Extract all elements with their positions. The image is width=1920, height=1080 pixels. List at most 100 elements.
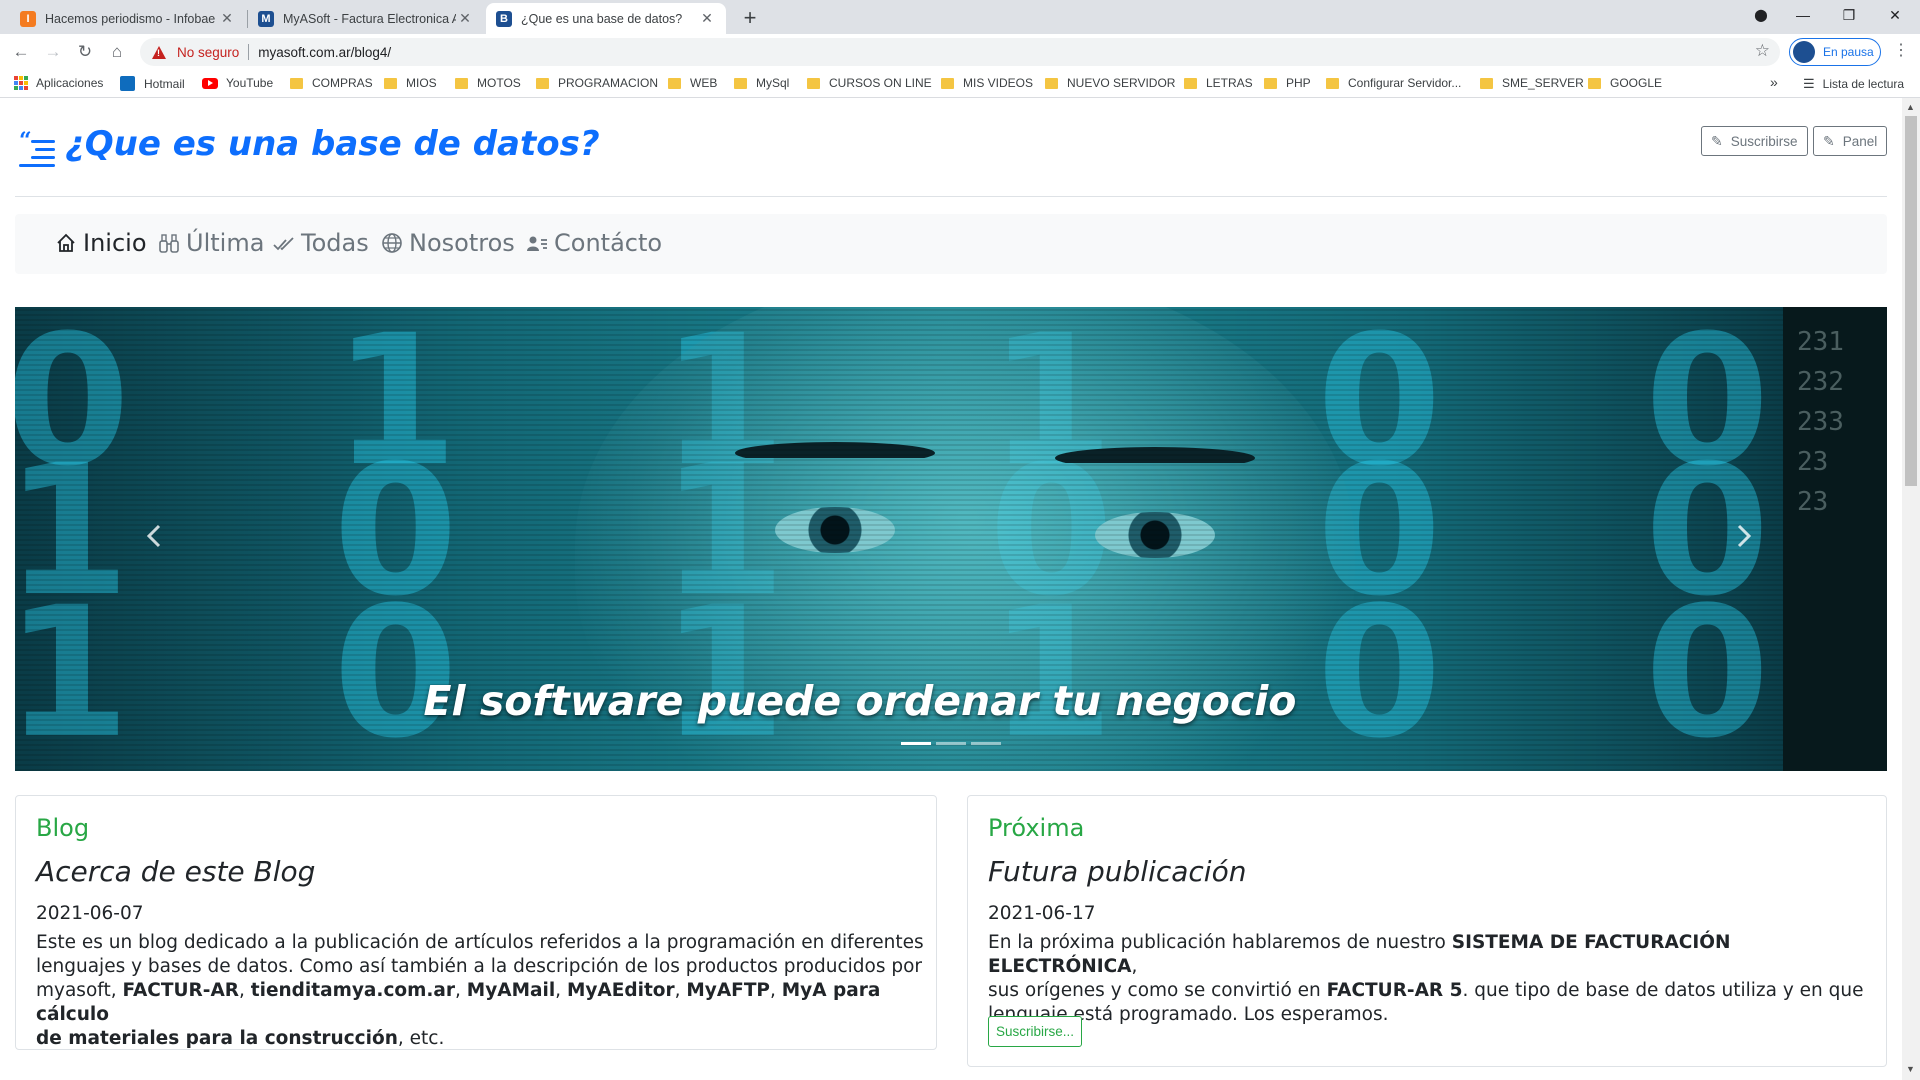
- card-category[interactable]: Blog: [36, 814, 89, 842]
- carousel-next-button[interactable]: [1735, 522, 1753, 557]
- nav-item-nosotros[interactable]: Nosotros: [381, 229, 515, 257]
- bookmark-folder[interactable]: GOOGLE: [1588, 76, 1662, 90]
- scroll-thumb[interactable]: [1905, 116, 1917, 486]
- nav-item-inicio[interactable]: Inicio: [55, 229, 147, 257]
- carousel-prev-button[interactable]: [145, 522, 163, 557]
- tab-blog-active[interactable]: B ¿Que es una base de datos? ✕: [486, 3, 726, 34]
- bookmark-folder[interactable]: Configurar Servidor...: [1326, 76, 1461, 90]
- menu-toggle-icon[interactable]: “: [19, 128, 55, 167]
- card-category[interactable]: Próxima: [988, 814, 1084, 842]
- card-text-line: lenguaje está programado. Los esperamos.: [988, 1004, 1389, 1025]
- reading-list-button[interactable]: ☰ Lista de lectura: [1803, 76, 1904, 92]
- nav-label: Todas: [301, 229, 369, 257]
- bookmark-label: WEB: [690, 76, 718, 90]
- close-tab-icon[interactable]: ✕: [698, 10, 716, 27]
- card-text-line: lenguajes y bases de datos. Como así tam…: [36, 956, 923, 977]
- tab-myasoft[interactable]: M MyASoft - Factura Electronica AF ✕: [248, 3, 484, 34]
- bookmark-folder[interactable]: PHP: [1264, 76, 1311, 90]
- forward-button[interactable]: →: [40, 39, 66, 65]
- check-all-icon: [273, 232, 295, 254]
- carousel-indicator-1[interactable]: [901, 742, 931, 745]
- page-title[interactable]: ¿Que es una base de datos?: [65, 124, 600, 164]
- address-bar[interactable]: No seguro myasoft.com.ar/blog4/ ☆: [140, 38, 1780, 66]
- folder-icon: [941, 77, 954, 89]
- text-run: En la próxima publicación hablaremos de …: [988, 932, 1452, 953]
- close-tab-icon[interactable]: ✕: [456, 10, 474, 27]
- more-bookmarks-button[interactable]: »: [1770, 74, 1778, 90]
- nav-item-contacto[interactable]: Contácto: [526, 229, 662, 257]
- text-run: ,: [239, 980, 251, 1001]
- restore-button[interactable]: ❐: [1826, 0, 1872, 30]
- profile-button[interactable]: En pausa: [1789, 38, 1881, 66]
- bookmark-apps[interactable]: Aplicaciones: [14, 76, 103, 90]
- bookmark-folder[interactable]: CURSOS ON LINE: [807, 76, 932, 90]
- bookmark-folder[interactable]: MIOS: [384, 76, 437, 90]
- carousel-indicator-3[interactable]: [971, 742, 1001, 745]
- browser-tab-strip: I Hacemos periodismo - Infobae ✕ M MyASo…: [0, 0, 1920, 34]
- apps-grid-icon: [14, 76, 28, 90]
- bookmark-folder[interactable]: MOTOS: [455, 76, 521, 90]
- hero-carousel[interactable]: 0 1 1 1 0 0 1 0 0 1 0 1 0 0 0 1 0 1 1 0 …: [15, 307, 1887, 771]
- pencil-icon: ✎: [1711, 132, 1723, 149]
- text-run: sus orígenes y como se convirtió en: [988, 980, 1327, 1001]
- bookmark-label: MySql: [756, 76, 790, 90]
- person-lines-icon: [526, 232, 548, 254]
- bookmark-youtube[interactable]: YouTube: [202, 76, 273, 90]
- bookmark-folder[interactable]: LETRAS: [1184, 76, 1253, 90]
- menu-line: [19, 164, 55, 167]
- bookmark-folder[interactable]: PROGRAMACION: [536, 76, 658, 90]
- scroll-up-arrow-icon[interactable]: ▲: [1906, 102, 1915, 112]
- nav-item-todas[interactable]: Todas: [273, 229, 369, 257]
- chevron-right-icon: [1737, 524, 1752, 548]
- card-date: 2021-06-07: [36, 903, 144, 924]
- carousel-indicator-2[interactable]: [936, 742, 966, 745]
- card-title[interactable]: Acerca de este Blog: [36, 855, 315, 888]
- card-text-line: En la próxima publicación hablaremos de …: [988, 931, 1886, 979]
- back-button[interactable]: ←: [8, 39, 34, 65]
- bookmark-label: NUEVO SERVIDOR: [1067, 76, 1176, 90]
- bookmark-hotmail[interactable]: Hotmail: [120, 76, 185, 91]
- bookmark-folder[interactable]: MySql: [734, 76, 789, 90]
- bookmark-label: YouTube: [226, 76, 274, 90]
- profile-status: En pausa: [1823, 45, 1874, 59]
- bookmark-folder[interactable]: COMPRAS: [290, 76, 373, 90]
- bookmark-folder[interactable]: MIS VIDEOS: [941, 76, 1033, 90]
- scroll-down-arrow-icon[interactable]: ▼: [1906, 1064, 1915, 1074]
- carousel-edge-strip: 231 232 233 23 23: [1783, 307, 1887, 771]
- nav-item-ultima[interactable]: Última: [158, 229, 264, 257]
- browser-menu-icon[interactable]: ⋮: [1893, 40, 1909, 60]
- close-tab-icon[interactable]: ✕: [218, 10, 236, 27]
- bookmark-folder[interactable]: WEB: [668, 76, 717, 90]
- page-content: “ ¿Que es una base de datos? ✎ Suscribir…: [0, 98, 1902, 1080]
- text-run-bold: MyAFTP: [686, 980, 770, 1001]
- reload-button[interactable]: ↻: [72, 39, 98, 65]
- browser-toolbar: ← → ↻ ⌂ No seguro myasoft.com.ar/blog4/ …: [0, 34, 1920, 70]
- bookmark-folder[interactable]: SME_SERVER: [1480, 76, 1584, 90]
- site-header: “ ¿Que es una base de datos? ✎ Suscribir…: [15, 98, 1888, 197]
- bookmark-star-icon[interactable]: ☆: [1755, 41, 1770, 61]
- panel-button[interactable]: ✎ Panel: [1813, 126, 1888, 156]
- folder-icon: [1326, 77, 1339, 89]
- warning-icon: [152, 45, 166, 59]
- minimize-button[interactable]: —: [1780, 0, 1826, 30]
- subscribe-button[interactable]: ✎ Suscribirse: [1701, 126, 1808, 156]
- subscribe-more-button[interactable]: Suscribirse...: [988, 1016, 1083, 1047]
- tab-infobae[interactable]: I Hacemos periodismo - Infobae ✕: [10, 3, 246, 34]
- page-scrollbar[interactable]: ▲ ▼: [1902, 98, 1920, 1080]
- bookmarks-bar: Aplicaciones Hotmail YouTube COMPRAS MIO…: [0, 70, 1920, 98]
- bookmark-label: COMPRAS: [312, 76, 373, 90]
- new-tab-button[interactable]: +: [736, 4, 764, 32]
- close-window-button[interactable]: ✕: [1872, 0, 1918, 30]
- card-title[interactable]: Futura publicación: [988, 855, 1246, 888]
- tab-search-icon[interactable]: ⬤: [1738, 0, 1784, 30]
- chevron-left-icon: [146, 524, 161, 548]
- card-text-line: sus orígenes y como se convirtió en FACT…: [988, 979, 1886, 1003]
- folder-icon: [1184, 77, 1197, 89]
- bookmark-folder[interactable]: NUEVO SERVIDOR: [1045, 76, 1175, 90]
- url-text[interactable]: myasoft.com.ar/blog4/: [258, 45, 391, 60]
- home-button[interactable]: ⌂: [104, 39, 130, 65]
- nav-label: Inicio: [83, 229, 147, 257]
- security-status[interactable]: No seguro: [177, 45, 239, 60]
- quote-glyph: “: [19, 128, 32, 154]
- folder-icon: [455, 77, 468, 89]
